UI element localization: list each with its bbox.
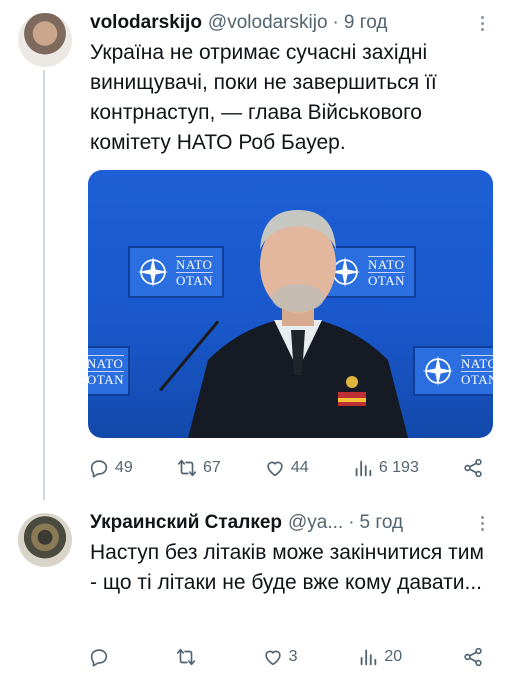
- reply-icon: [90, 649, 108, 667]
- avatar[interactable]: [18, 13, 72, 67]
- like-count: 3: [288, 648, 298, 665]
- author-name[interactable]: Украинский Сталкер: [90, 512, 282, 534]
- nato-backdrop-panel: NATO OTAN: [413, 346, 493, 396]
- more-options-icon[interactable]: [472, 512, 492, 534]
- tweet-actions: 3 20: [88, 643, 484, 671]
- reply-count: 49: [115, 459, 133, 476]
- retweet-icon: [176, 648, 195, 666]
- views-count: 20: [384, 648, 403, 665]
- tweet-header: Украинский Сталкер @ya... · 5 год: [90, 510, 492, 536]
- tweet-time[interactable]: 9 год: [344, 12, 388, 34]
- views-count: 6 193: [378, 459, 419, 476]
- tweet[interactable]: volodarskijo @volodarskijo · 9 год Украї…: [0, 0, 510, 500]
- share-icon: [464, 647, 482, 667]
- like-button[interactable]: 44: [264, 457, 309, 479]
- share-button[interactable]: [462, 646, 484, 668]
- avatar[interactable]: [18, 513, 72, 567]
- officer-figure: [188, 210, 408, 438]
- like-count: 44: [290, 459, 309, 476]
- retweet-button[interactable]: 67: [176, 457, 221, 479]
- tweet-actions: 49 67 44 6 193: [88, 454, 484, 482]
- more-options-icon[interactable]: [472, 12, 492, 34]
- views-icon: [361, 649, 377, 666]
- reply-button[interactable]: [88, 646, 115, 668]
- nato-star-icon: [422, 355, 454, 387]
- share-button[interactable]: [462, 457, 484, 479]
- author-name[interactable]: volodarskijo: [90, 12, 202, 34]
- retweet-button[interactable]: [175, 646, 202, 668]
- nato-label-top: NATO: [88, 355, 124, 371]
- tweet-photo[interactable]: NATO OTAN NATO OTAN NATO OTAN NATO OTA: [88, 170, 493, 438]
- tweet-text: Наступ без літаків може закінчитися тим …: [90, 541, 484, 594]
- like-icon: [264, 650, 281, 666]
- views-button[interactable]: 20: [357, 646, 402, 668]
- like-icon: [267, 461, 283, 477]
- reply-icon: [90, 460, 108, 478]
- views-button[interactable]: 6 193: [352, 457, 419, 479]
- nato-star-icon: [137, 256, 169, 288]
- share-icon: [464, 458, 482, 478]
- author-handle[interactable]: @ya...: [288, 512, 343, 534]
- retweet-count: 67: [202, 459, 221, 476]
- nato-backdrop-panel: NATO OTAN: [88, 346, 130, 396]
- retweet-icon: [177, 459, 197, 477]
- author-handle[interactable]: @volodarskijo: [208, 12, 328, 34]
- nato-label-top: NATO: [461, 355, 493, 371]
- tweet-header: volodarskijo @volodarskijo · 9 год: [90, 10, 492, 36]
- views-icon: [355, 460, 372, 477]
- nato-label-bottom: OTAN: [461, 371, 493, 387]
- like-button[interactable]: 3: [262, 646, 298, 668]
- tweet-text: Україна не отримає сучасні західні винищ…: [90, 41, 437, 154]
- reply-button[interactable]: 49: [88, 457, 133, 479]
- nato-label-bottom: OTAN: [88, 371, 124, 387]
- separator-dot: ·: [332, 12, 339, 33]
- tweet-time[interactable]: 5 год: [360, 512, 404, 534]
- separator-dot: ·: [348, 512, 355, 533]
